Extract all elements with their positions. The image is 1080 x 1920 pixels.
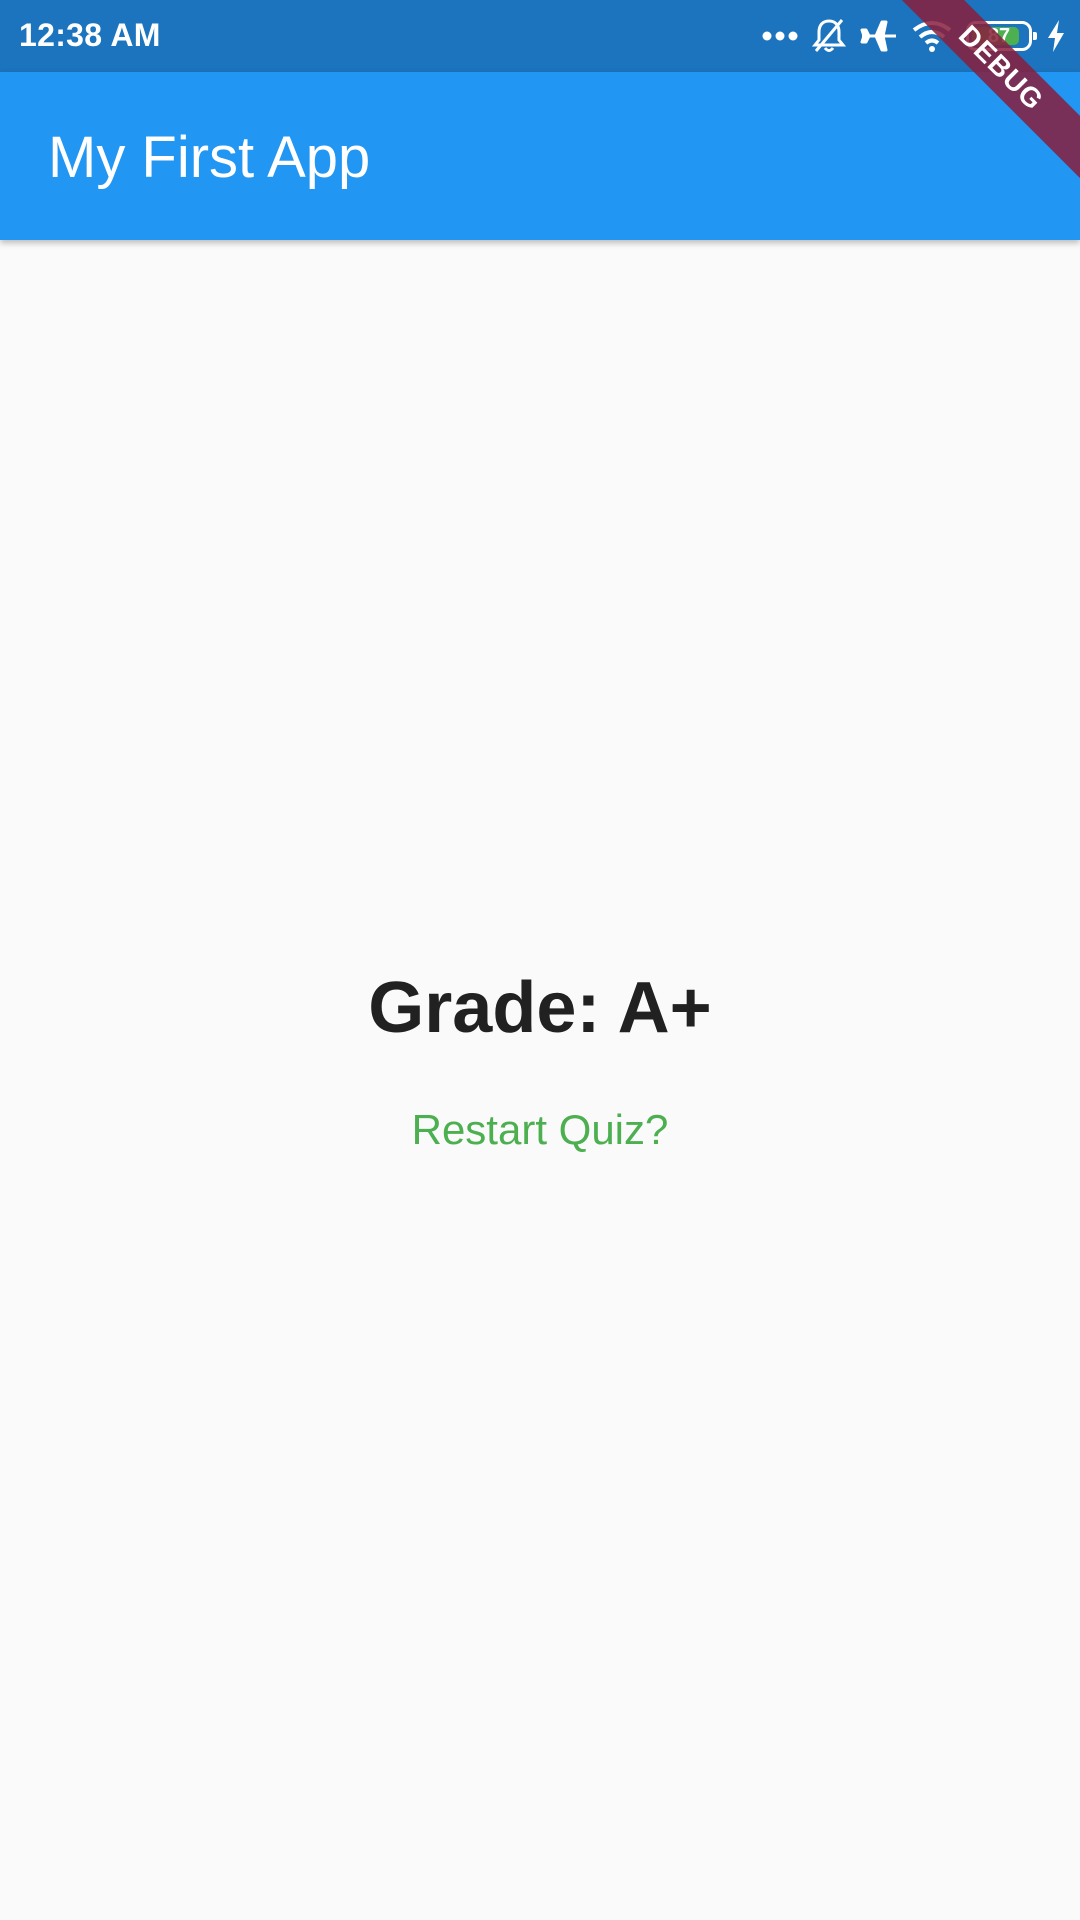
airplane-mode-icon bbox=[860, 18, 898, 54]
app-bar: My First App bbox=[0, 72, 1080, 240]
app-title: My First App bbox=[48, 125, 371, 190]
battery-nub bbox=[1033, 32, 1037, 40]
screen: 12:38 AM 87 My First App DEBUG Grade: A+… bbox=[0, 0, 1080, 1920]
more-dots-icon bbox=[762, 30, 798, 42]
notifications-off-icon bbox=[812, 18, 846, 54]
status-bar: 12:38 AM 87 bbox=[0, 0, 1080, 72]
status-time: 12:38 AM bbox=[19, 17, 161, 53]
battery-icon: 87 bbox=[966, 21, 1037, 51]
quiz-result: Grade: A+ Restart Quiz? bbox=[0, 240, 1080, 1920]
charging-bolt-icon bbox=[1046, 19, 1066, 53]
grade-text: Grade: A+ bbox=[368, 968, 712, 1048]
restart-quiz-button[interactable]: Restart Quiz? bbox=[390, 1090, 690, 1170]
battery-level: 87 bbox=[987, 25, 1011, 47]
wifi-icon bbox=[912, 20, 952, 52]
status-icons: 87 bbox=[762, 14, 1066, 58]
